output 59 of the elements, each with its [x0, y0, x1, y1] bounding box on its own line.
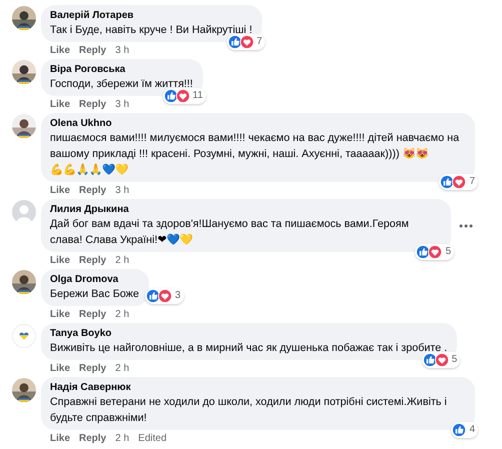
- reaction-summary[interactable]: 7: [439, 174, 478, 190]
- author-name[interactable]: Olena Ukhno: [50, 117, 465, 130]
- reply-link[interactable]: Reply: [79, 98, 106, 111]
- love-icon: [428, 245, 442, 259]
- reaction-count: 11: [192, 90, 203, 102]
- reaction-count: 3: [175, 290, 181, 302]
- like-icon: [452, 423, 466, 437]
- comment-time[interactable]: 3 h: [115, 44, 130, 57]
- comment-time[interactable]: 2 h: [115, 254, 130, 267]
- like-icon: [164, 89, 178, 103]
- author-name[interactable]: Tanya Boyko: [50, 327, 448, 340]
- edited-label: Edited: [138, 432, 167, 445]
- heart-avatar-icon[interactable]: [12, 324, 36, 348]
- reply-link[interactable]: Reply: [79, 308, 106, 321]
- like-link[interactable]: Like: [50, 308, 70, 321]
- love-icon: [158, 289, 172, 303]
- comment-time[interactable]: 3 h: [115, 98, 130, 111]
- like-link[interactable]: Like: [50, 362, 70, 375]
- comment-time[interactable]: 2 h: [115, 432, 130, 445]
- like-link[interactable]: Like: [50, 44, 70, 57]
- comment-time[interactable]: 2 h: [115, 362, 130, 375]
- author-name[interactable]: Віра Роговська: [50, 63, 193, 76]
- like-icon: [422, 353, 437, 367]
- like-link[interactable]: Like: [50, 184, 70, 197]
- like-link[interactable]: Like: [50, 254, 70, 267]
- love-icon: [434, 353, 449, 367]
- author-name[interactable]: Валерій Лотарев: [50, 9, 252, 22]
- reaction-summary[interactable]: 3: [145, 288, 184, 304]
- reaction-count: 5: [445, 246, 451, 258]
- like-icon: [228, 35, 242, 49]
- reaction-summary[interactable]: 7: [226, 34, 266, 50]
- reaction-summary[interactable]: 5: [422, 352, 460, 368]
- love-icon: [452, 175, 466, 189]
- reply-link[interactable]: Reply: [79, 362, 106, 375]
- like-link[interactable]: Like: [50, 98, 70, 111]
- comment-text: Дай бог вам вдачі та здоров'я!Шануємо вас та пишаємось вами.Героям слава! Слава Україні!❤💙💛: [50, 217, 410, 248]
- reaction-count: 5: [452, 354, 458, 366]
- reply-link[interactable]: Reply: [79, 254, 106, 267]
- comment-time[interactable]: 3 h: [115, 184, 130, 197]
- love-icon: [176, 89, 190, 103]
- author-name[interactable]: Надія Савернюк: [50, 381, 465, 394]
- comment-text: Бережи Вас Боже: [50, 287, 140, 302]
- reaction-count: 4: [469, 424, 475, 436]
- reaction-count: 7: [469, 176, 475, 188]
- author-name[interactable]: Olga Dromova: [50, 273, 140, 286]
- reaction-summary[interactable]: 5: [415, 244, 454, 260]
- reaction-summary[interactable]: 11: [162, 88, 206, 104]
- reply-link[interactable]: Reply: [79, 184, 106, 197]
- author-name[interactable]: Лилия Дрыкина: [50, 203, 441, 216]
- reply-link[interactable]: Reply: [79, 432, 106, 445]
- like-icon: [146, 289, 160, 303]
- more-icon[interactable]: [457, 224, 475, 228]
- reply-link[interactable]: Reply: [79, 44, 106, 57]
- comment-text: Справжні ветерани не ходили до школи, ходили люди потрібні системі.Живіть і будьте справжніми!: [50, 395, 448, 426]
- like-link[interactable]: Like: [50, 432, 70, 445]
- reaction-summary[interactable]: 4: [451, 422, 478, 438]
- comment-time[interactable]: 2 h: [115, 308, 130, 321]
- love-icon: [240, 35, 254, 49]
- reaction-count: 7: [256, 36, 262, 48]
